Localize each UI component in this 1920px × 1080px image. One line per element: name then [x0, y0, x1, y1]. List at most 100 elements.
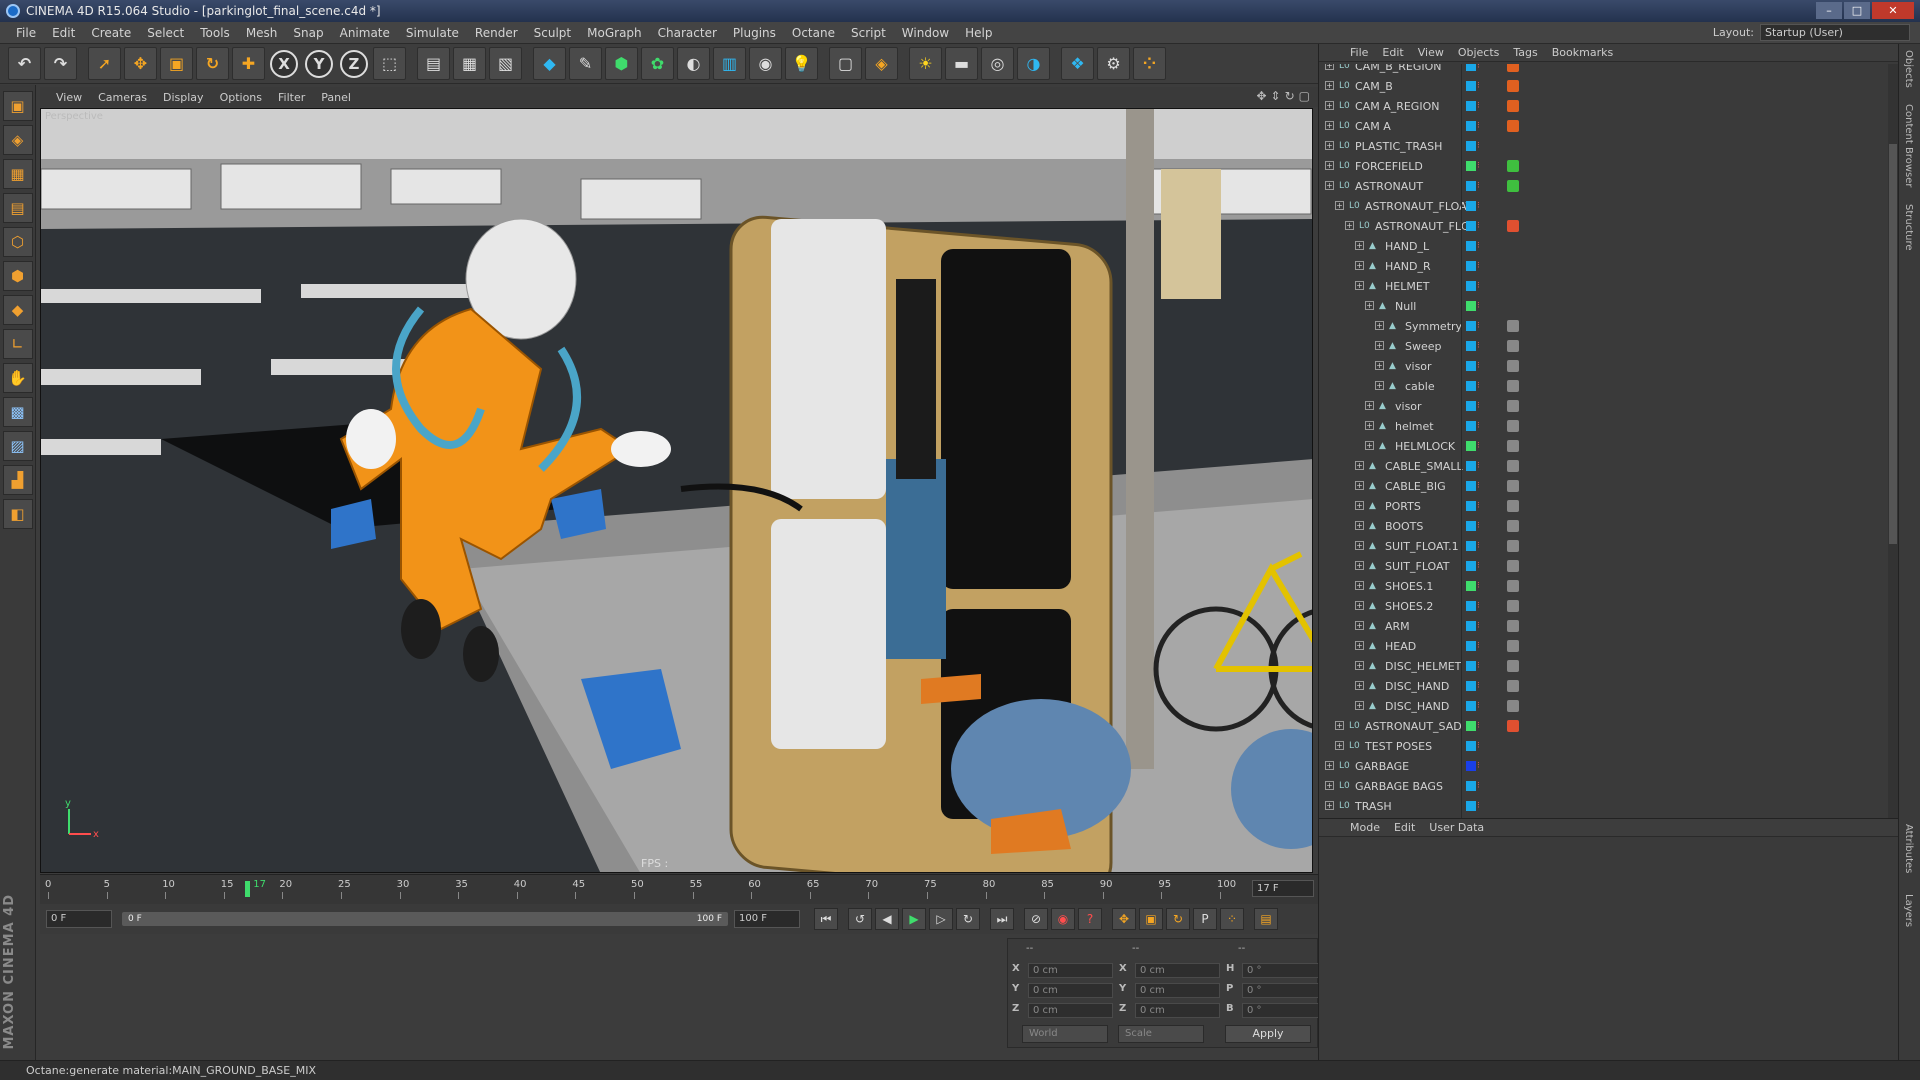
expand-toggle-icon[interactable]: +	[1365, 301, 1374, 310]
material-tag-icon[interactable]	[1507, 480, 1519, 492]
zoom-icon[interactable]: ⇕	[1271, 89, 1281, 103]
layer-color-swatch[interactable]	[1466, 441, 1476, 451]
close-button[interactable]: ✕	[1872, 2, 1914, 19]
visibility-dots-icon[interactable]: ⁝	[1477, 521, 1480, 531]
toggle-view-icon[interactable]: ▢	[1299, 89, 1310, 103]
settings-icon[interactable]: ⚙	[1097, 47, 1130, 80]
object-name[interactable]: CAM A	[1355, 120, 1391, 133]
material-tag-icon[interactable]	[1507, 360, 1519, 372]
object-name[interactable]: SHOES.2	[1385, 600, 1433, 613]
object-row[interactable]: + ▲ Null ⁝	[1319, 296, 1887, 316]
expand-toggle-icon[interactable]: +	[1355, 481, 1364, 490]
object-row[interactable]: + ▲ visor ⁝	[1319, 356, 1887, 376]
layer-color-swatch[interactable]	[1466, 121, 1476, 131]
go-to-start-icon[interactable]: ⏮	[814, 908, 838, 930]
cube-icon[interactable]: ◆	[533, 47, 566, 80]
expand-toggle-icon[interactable]: +	[1355, 241, 1364, 250]
object-name[interactable]: ASTRONAUT_SAD	[1365, 720, 1462, 733]
object-row[interactable]: + L0 ASTRONAUT_FLC ⁝	[1319, 216, 1887, 236]
edge-mode-icon[interactable]: ⬢	[2, 261, 33, 291]
material-tag-icon[interactable]	[1507, 100, 1519, 112]
visibility-dots-icon[interactable]: ⁝	[1477, 661, 1480, 671]
menu-window[interactable]: Window	[894, 26, 957, 40]
attr-menu-edit[interactable]: Edit	[1387, 821, 1422, 834]
visibility-dots-icon[interactable]: ⁝	[1477, 781, 1480, 791]
visibility-dots-icon[interactable]: ⁝	[1477, 321, 1480, 331]
minimize-button[interactable]: –	[1816, 2, 1842, 19]
object-name[interactable]: HEAD	[1385, 640, 1416, 653]
material-tag-icon[interactable]	[1507, 500, 1519, 512]
layer-color-swatch[interactable]	[1466, 81, 1476, 91]
apply-button[interactable]: Apply	[1225, 1025, 1311, 1043]
attr-menu-mode[interactable]: Mode	[1343, 821, 1387, 834]
end-frame-field[interactable]: 100 F	[734, 910, 800, 928]
previous-frame-icon[interactable]: ◀	[875, 908, 899, 930]
object-name[interactable]: PORTS	[1385, 500, 1421, 513]
menu-plugins[interactable]: Plugins	[725, 26, 784, 40]
play-icon[interactable]: ▶	[902, 908, 926, 930]
visibility-dots-icon[interactable]: ⁝	[1477, 561, 1480, 571]
position-z-field[interactable]: 0 cm	[1028, 1003, 1113, 1018]
object-name[interactable]: CABLE_BIG	[1385, 480, 1446, 493]
visibility-dots-icon[interactable]: ⁝	[1477, 381, 1480, 391]
menu-character[interactable]: Character	[650, 26, 725, 40]
menu-script[interactable]: Script	[843, 26, 894, 40]
visibility-dots-icon[interactable]: ⁝	[1477, 121, 1480, 131]
visibility-dots-icon[interactable]: ⁝	[1477, 301, 1480, 311]
expand-toggle-icon[interactable]: +	[1355, 461, 1364, 470]
layer-color-swatch[interactable]	[1466, 721, 1476, 731]
expand-toggle-icon[interactable]: +	[1325, 101, 1334, 110]
layer-color-swatch[interactable]	[1466, 381, 1476, 391]
make-editable-icon[interactable]: ▣	[2, 91, 33, 121]
playhead[interactable]	[245, 881, 251, 897]
object-name[interactable]: PLASTIC_TRASH	[1355, 140, 1442, 153]
layer-color-swatch[interactable]	[1466, 181, 1476, 191]
material-tag-icon[interactable]	[1507, 380, 1519, 392]
pan-icon[interactable]: ✥	[1256, 89, 1266, 103]
visibility-dots-icon[interactable]: ⁝	[1477, 801, 1480, 811]
menu-simulate[interactable]: Simulate	[398, 26, 467, 40]
layer-color-swatch[interactable]	[1466, 621, 1476, 631]
menu-snap[interactable]: Snap	[285, 26, 331, 40]
object-row[interactable]: + ▲ HAND_L ⁝	[1319, 236, 1887, 256]
expand-toggle-icon[interactable]: +	[1325, 141, 1334, 150]
layer-color-swatch[interactable]	[1466, 661, 1476, 671]
object-name[interactable]: HAND_L	[1385, 240, 1429, 253]
visibility-dots-icon[interactable]: ⁝	[1477, 581, 1480, 591]
material-tag-icon[interactable]	[1507, 660, 1519, 672]
expand-toggle-icon[interactable]: +	[1375, 341, 1384, 350]
expand-toggle-icon[interactable]: +	[1355, 681, 1364, 690]
material-tag-icon[interactable]	[1507, 64, 1519, 72]
sun-icon[interactable]: ☀	[909, 47, 942, 80]
material-tag-icon[interactable]	[1507, 700, 1519, 712]
object-name[interactable]: ASTRONAUT_FLOAT	[1365, 200, 1472, 213]
floor-icon[interactable]: ▥	[713, 47, 746, 80]
material-tag-icon[interactable]	[1507, 720, 1519, 732]
layer-color-swatch[interactable]	[1466, 801, 1476, 811]
object-name[interactable]: GARBAGE	[1355, 760, 1409, 773]
material-tag-icon[interactable]	[1507, 180, 1519, 192]
material-tag-icon[interactable]	[1507, 600, 1519, 612]
tweak-mode-icon[interactable]: ✋	[2, 363, 33, 393]
expand-toggle-icon[interactable]: +	[1335, 721, 1344, 730]
object-row[interactable]: + L0 GARBAGE ⁝	[1319, 756, 1887, 776]
layer-color-swatch[interactable]	[1466, 501, 1476, 511]
om-menu-file[interactable]: File	[1343, 46, 1375, 59]
position-x-field[interactable]: 0 cm	[1028, 963, 1113, 978]
expand-toggle-icon[interactable]: +	[1325, 81, 1334, 90]
size-y-field[interactable]: 0 cm	[1135, 983, 1220, 998]
visibility-dots-icon[interactable]: ⁝	[1477, 701, 1480, 711]
previous-key-icon[interactable]: ↺	[848, 908, 872, 930]
menu-mesh[interactable]: Mesh	[238, 26, 286, 40]
visibility-dots-icon[interactable]: ⁝	[1477, 741, 1480, 751]
material-tag-icon[interactable]	[1507, 320, 1519, 332]
layer-color-swatch[interactable]	[1466, 741, 1476, 751]
next-key-icon[interactable]: ↻	[956, 908, 980, 930]
om-menu-bookmarks[interactable]: Bookmarks	[1545, 46, 1620, 59]
object-name[interactable]: cable	[1405, 380, 1435, 393]
object-name[interactable]: CAM A_REGION	[1355, 100, 1439, 113]
material-tag-icon[interactable]	[1507, 120, 1519, 132]
visibility-dots-icon[interactable]: ⁝	[1477, 641, 1480, 651]
object-row[interactable]: + L0 ASTRONAUT_SAD ⁝	[1319, 716, 1887, 736]
viewport-menu-cameras[interactable]: Cameras	[90, 91, 155, 104]
